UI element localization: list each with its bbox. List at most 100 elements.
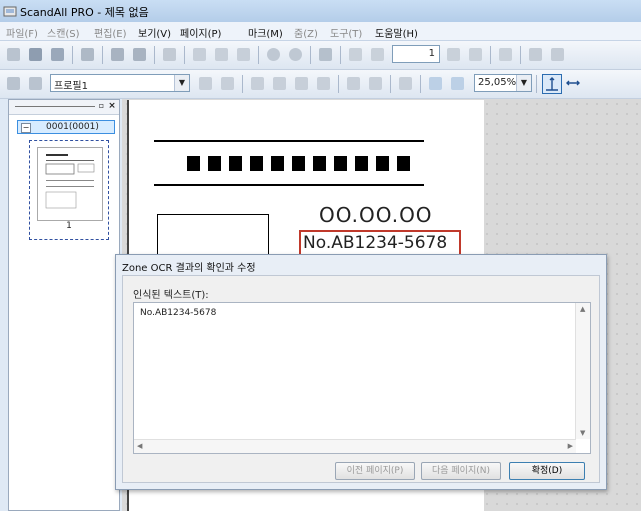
barcode-block <box>187 156 200 171</box>
recognized-text-label: 인식된 텍스트(T): <box>133 290 209 301</box>
menu-tools[interactable]: 도구(T) <box>330 25 362 40</box>
page-box <box>157 214 269 256</box>
chevron-down-icon: ▼ <box>174 75 189 91</box>
prev-page-button[interactable] <box>368 45 388 65</box>
zoom-out-button[interactable] <box>448 74 468 94</box>
menu-scan[interactable]: 스캔(S) <box>47 25 80 40</box>
scanner-icon <box>7 48 20 61</box>
print-preview-icon <box>81 48 94 61</box>
paste-button[interactable] <box>234 45 254 65</box>
collapse-icon[interactable]: − <box>21 123 31 133</box>
scroll-right-icon[interactable]: ▶ <box>568 442 573 450</box>
barcode-block <box>208 156 221 171</box>
barcode-block <box>250 156 263 171</box>
fax-icon <box>133 48 146 61</box>
menu-page[interactable]: 페이지(P) <box>180 25 221 40</box>
profile-select[interactable]: 프로필1 ▼ <box>50 74 190 92</box>
horizontal-scrollbar[interactable]: ◀ ▶ <box>134 439 576 453</box>
rotate-left-button[interactable] <box>196 74 216 94</box>
batch-group-label: 0001(0001) <box>46 122 99 132</box>
grid-view-button[interactable] <box>160 45 180 65</box>
save-button[interactable] <box>26 45 46 65</box>
first-page-icon <box>349 48 362 61</box>
page-number-value: 1 <box>428 48 435 59</box>
menu-file[interactable]: 파일(F) <box>6 25 38 40</box>
profile-settings-button[interactable] <box>4 74 24 94</box>
zoom-in-button[interactable] <box>426 74 446 94</box>
rotate-right-icon <box>221 77 234 90</box>
scroll-left-icon[interactable]: ◀ <box>137 442 142 450</box>
save-as-icon <box>51 48 64 61</box>
last-page-button[interactable] <box>466 45 486 65</box>
sort-desc-button[interactable] <box>366 74 386 94</box>
recognized-text-area[interactable]: No.AB1234-5678 ▲ ▼ ◀ ▶ <box>133 302 591 454</box>
fit-page-button[interactable] <box>542 74 562 94</box>
next-page-dialog-button[interactable]: 다음 페이지(N) <box>421 462 501 480</box>
page-thumbnail[interactable]: 1 <box>29 140 109 240</box>
pin-icon[interactable]: ▫ <box>97 101 106 111</box>
page-thumbnail-image <box>37 147 103 221</box>
zoom-out-icon <box>451 77 464 90</box>
grid-icon <box>163 48 176 61</box>
recognized-text-value: No.AB1234-5678 <box>140 308 217 318</box>
split-page-button[interactable] <box>292 74 312 94</box>
print-button[interactable] <box>108 45 128 65</box>
menu-zoom[interactable]: 줌(Z) <box>294 25 318 40</box>
fax-button[interactable] <box>130 45 150 65</box>
properties-button[interactable] <box>316 45 336 65</box>
undo-button[interactable] <box>264 45 284 65</box>
fit-width-button[interactable] <box>564 74 584 94</box>
page-rule-bottom <box>154 184 424 186</box>
thumbnail-panel-header: ▫ × <box>9 100 119 115</box>
last-page-icon <box>469 48 482 61</box>
zoom-select[interactable]: 25,05% ▼ <box>474 74 532 92</box>
next-page-button[interactable] <box>444 45 464 65</box>
page-list-button[interactable] <box>496 45 516 65</box>
copy-button[interactable] <box>212 45 232 65</box>
menu-edit[interactable]: 편집(E) <box>94 25 127 40</box>
barcode-block <box>376 156 389 171</box>
page-copy-icon <box>529 48 542 61</box>
zoom-in-icon <box>429 77 442 90</box>
page-thumbnail-number: 1 <box>66 221 72 231</box>
menu-help[interactable]: 도움말(H) <box>375 25 418 40</box>
confirm-button[interactable]: 확정(D) <box>509 462 585 480</box>
profile-edit-button[interactable] <box>26 74 46 94</box>
sort-asc-icon <box>347 77 360 90</box>
delete-page-button[interactable] <box>314 74 334 94</box>
prev-page-icon <box>371 48 384 61</box>
ocr-button[interactable] <box>396 74 416 94</box>
vertical-scrollbar[interactable]: ▲ ▼ <box>575 303 590 439</box>
chevron-down-icon: ▼ <box>516 75 531 91</box>
cut-button[interactable] <box>190 45 210 65</box>
page-rule-top <box>154 140 424 142</box>
batch-group-node[interactable]: − 0001(0001) <box>17 120 115 134</box>
scroll-up-icon[interactable]: ▲ <box>580 305 585 313</box>
rotate-left-icon <box>199 77 212 90</box>
menu-mark[interactable]: 마크(M) <box>248 25 283 40</box>
prev-page-dialog-button[interactable]: 이전 페이지(P) <box>335 462 415 480</box>
menu-view[interactable]: 보기(V) <box>138 25 171 40</box>
first-page-button[interactable] <box>346 45 366 65</box>
scroll-down-icon[interactable]: ▼ <box>580 429 585 437</box>
scan-new-button[interactable] <box>4 45 24 65</box>
secondary-toolbar: 프로필1 ▼ 25,05% ▼ <box>0 70 641 99</box>
rotate-right-button[interactable] <box>218 74 238 94</box>
undo-icon <box>267 48 280 61</box>
print-preview-button[interactable] <box>78 45 98 65</box>
page-copy-button[interactable] <box>526 45 546 65</box>
barcode-block <box>334 156 347 171</box>
redo-button[interactable] <box>286 45 306 65</box>
page-number-field[interactable]: 1 <box>392 45 440 63</box>
page-move-button[interactable] <box>548 45 568 65</box>
save-as-button[interactable] <box>48 45 68 65</box>
replace-page-button[interactable] <box>270 74 290 94</box>
insert-page-button[interactable] <box>248 74 268 94</box>
ocr-zone-highlight[interactable]: No.AB1234-5678 <box>299 230 461 256</box>
close-icon[interactable]: × <box>107 101 117 111</box>
profile-settings-icon <box>7 77 20 90</box>
sort-asc-button[interactable] <box>344 74 364 94</box>
panel-grip[interactable] <box>15 106 95 107</box>
barcode-block <box>397 156 410 171</box>
main-toolbar: 1 <box>0 41 641 70</box>
